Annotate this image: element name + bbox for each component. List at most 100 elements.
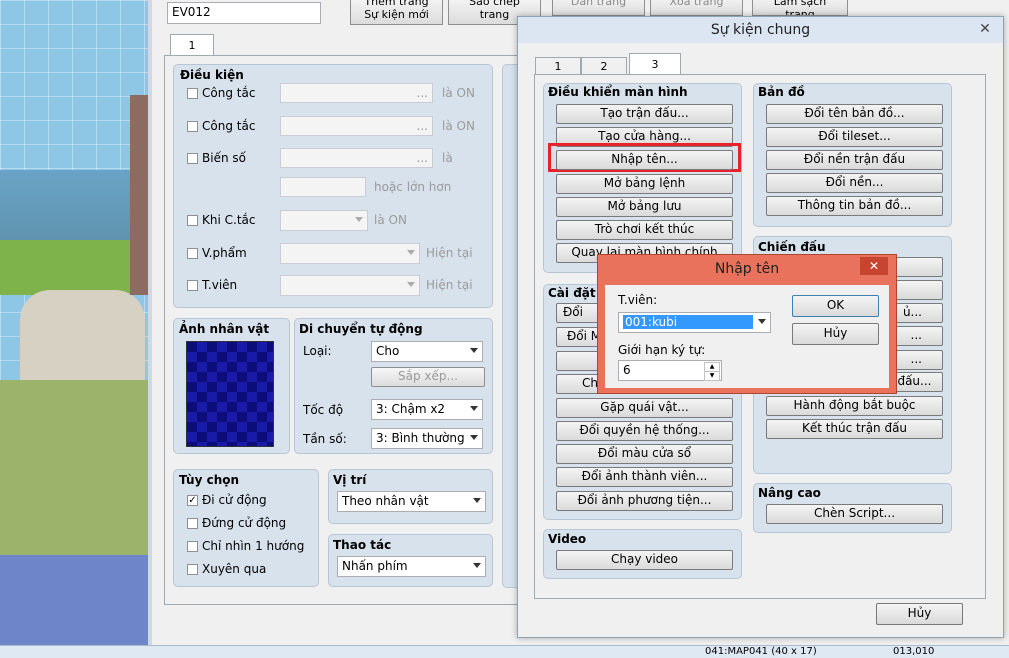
game-over-button[interactable]: Trò chơi kết thúc bbox=[556, 220, 733, 240]
chevron-down-icon bbox=[470, 348, 478, 353]
name-cancel-button[interactable]: Hủy bbox=[792, 323, 879, 345]
priority-select[interactable]: Theo nhân vật bbox=[337, 491, 486, 512]
spin-down-icon[interactable]: ▼ bbox=[704, 371, 720, 381]
script-button[interactable]: Chèn Script... bbox=[766, 504, 943, 524]
tab-commands-3[interactable]: 3 bbox=[629, 53, 681, 75]
get-location-info-button[interactable]: Thông tin bản đồ... bbox=[766, 196, 943, 216]
name-input-button[interactable]: Nhập tên... bbox=[556, 150, 733, 170]
direction-fix-checkbox[interactable] bbox=[187, 541, 198, 552]
actor-graphic-button[interactable]: Đổi ảnh thành viên... bbox=[556, 467, 733, 487]
item-checkbox[interactable] bbox=[187, 248, 198, 259]
self-switch-suffix: là ON bbox=[374, 213, 407, 227]
step-anim-label: Đứng cử động bbox=[202, 516, 287, 530]
encounter-button[interactable]: Gặp quái vật... bbox=[556, 398, 733, 418]
paste-page-button[interactable]: Dán trang bbox=[552, 0, 645, 16]
switch1-field[interactable]: ... bbox=[280, 83, 433, 103]
map-title: Bản đồ bbox=[758, 85, 805, 99]
switch2-dots: ... bbox=[416, 119, 428, 133]
map-grass bbox=[0, 240, 148, 295]
switch1-suffix: là ON bbox=[442, 86, 475, 100]
vehicle-graphic-button[interactable]: Đổi ảnh phương tiện... bbox=[556, 491, 733, 511]
change-map-name-button[interactable]: Đổi tên bản đồ... bbox=[766, 104, 943, 124]
trigger-select[interactable]: Nhấn phím bbox=[337, 556, 486, 577]
change-battle-back-button[interactable]: Đổi nền trận đấu bbox=[766, 150, 943, 170]
switch1-checkbox[interactable] bbox=[187, 88, 198, 99]
video-title: Video bbox=[548, 532, 587, 546]
graphic-title: Ảnh nhân vật bbox=[179, 322, 270, 336]
self-switch-select[interactable] bbox=[280, 210, 368, 231]
actor-checkbox[interactable] bbox=[187, 280, 198, 291]
tab-commands-1[interactable]: 1 bbox=[535, 57, 581, 75]
dialog-cancel-button[interactable]: Hủy bbox=[876, 603, 963, 625]
move-freq-select[interactable]: 3: Bình thường bbox=[371, 428, 483, 449]
change-parallax-button[interactable]: Đổi nền... bbox=[766, 173, 943, 193]
ok-button[interactable]: OK bbox=[792, 295, 879, 317]
actor-select[interactable] bbox=[280, 275, 420, 296]
movement-group: Di chuyển tự động Loại: Cho Sắp xếp... T… bbox=[294, 318, 493, 454]
new-page-button[interactable]: Thêm trang Sự kiện mới bbox=[350, 0, 443, 25]
walk-anim-checkbox[interactable]: ✓ bbox=[187, 495, 198, 506]
map-tower bbox=[130, 95, 148, 295]
graphic-preview[interactable] bbox=[186, 341, 274, 447]
close-icon[interactable]: ✕ bbox=[860, 257, 888, 275]
tab-page-1[interactable]: 1 bbox=[170, 34, 214, 56]
item-suffix: Hiện tại bbox=[426, 246, 473, 260]
play-movie-button[interactable]: Chạy video bbox=[556, 550, 733, 570]
battle-title: Chiến đấu bbox=[758, 240, 826, 254]
switch2-field[interactable]: ... bbox=[280, 116, 433, 136]
self-switch-checkbox[interactable] bbox=[187, 215, 198, 226]
variable-value-spinner[interactable] bbox=[280, 177, 366, 197]
switch2-checkbox[interactable] bbox=[187, 121, 198, 132]
move-type-select[interactable]: Cho bbox=[371, 341, 483, 362]
chevron-down-icon bbox=[758, 319, 766, 324]
item-select[interactable] bbox=[280, 243, 420, 264]
name-input-body: T.viên: 001:kubi Giới hạn ký tự: 6 ▲ ▼ O… bbox=[605, 285, 889, 388]
status-bar: 041:MAP041 (40 x 17) 013,010 bbox=[0, 645, 1009, 658]
actor-suffix: Hiện tại bbox=[426, 278, 473, 292]
close-icon[interactable]: ✕ bbox=[972, 19, 998, 39]
battle-processing-button[interactable]: Tạo trận đấu... bbox=[556, 104, 733, 124]
variable-label: Biến số bbox=[202, 151, 246, 165]
event-name-input[interactable]: EV012 bbox=[167, 2, 321, 24]
window-color-button[interactable]: Đổi màu cửa sổ bbox=[556, 444, 733, 464]
map-canvas[interactable] bbox=[0, 0, 148, 645]
priority-group: Vị trí Theo nhân vật bbox=[328, 469, 493, 524]
map-stone-wall bbox=[20, 290, 145, 380]
chevron-down-icon bbox=[473, 563, 481, 568]
variable-checkbox[interactable] bbox=[187, 153, 198, 164]
move-type-label: Loại: bbox=[303, 344, 332, 358]
through-label: Xuyên qua bbox=[202, 562, 267, 576]
open-save-button[interactable]: Mở bảng lưu bbox=[556, 197, 733, 217]
move-type-value: Cho bbox=[376, 344, 400, 358]
map-water bbox=[0, 555, 148, 645]
tab-commands-2[interactable]: 2 bbox=[581, 57, 627, 75]
chevron-down-icon bbox=[407, 250, 415, 255]
variable-greater-label: hoặc lớn hơn bbox=[374, 180, 452, 194]
open-menu-button[interactable]: Mở bảng lệnh bbox=[556, 174, 733, 194]
abort-battle-button[interactable]: Kết thúc trận đấu bbox=[766, 419, 943, 439]
name-limit-spinner[interactable]: 6 ▲ ▼ bbox=[618, 360, 722, 381]
graphic-group: Ảnh nhân vật bbox=[173, 318, 290, 454]
options-group: Tùy chọn ✓ Đi cử động Đứng cử động Chỉ n… bbox=[173, 469, 319, 587]
movement-title: Di chuyển tự động bbox=[299, 322, 423, 336]
name-actor-label: T.viên: bbox=[618, 293, 658, 307]
through-checkbox[interactable] bbox=[187, 564, 198, 575]
change-access-button[interactable]: Đổi quyền hệ thống... bbox=[556, 421, 733, 441]
actor-label: T.viên bbox=[202, 278, 238, 292]
delete-page-button[interactable]: Xóa trang bbox=[650, 0, 743, 16]
clear-page-button[interactable]: Làm sạch trang bbox=[752, 0, 848, 16]
move-route-button[interactable]: Sắp xếp... bbox=[371, 367, 485, 387]
chevron-down-icon bbox=[470, 435, 478, 440]
priority-title: Vị trí bbox=[333, 473, 367, 487]
advanced-title: Nâng cao bbox=[758, 486, 821, 500]
variable-field[interactable]: ... bbox=[280, 148, 433, 168]
change-tileset-button[interactable]: Đổi tileset... bbox=[766, 127, 943, 147]
force-action-button[interactable]: Hành động bắt buộc bbox=[766, 396, 943, 416]
chevron-down-icon bbox=[407, 282, 415, 287]
move-speed-value: 3: Chậm x2 bbox=[376, 402, 446, 416]
move-speed-select[interactable]: 3: Chậm x2 bbox=[371, 399, 483, 420]
step-anim-checkbox[interactable] bbox=[187, 518, 198, 529]
name-actor-select[interactable]: 001:kubi bbox=[618, 312, 771, 333]
options-title: Tùy chọn bbox=[179, 473, 240, 487]
move-freq-value: 3: Bình thường bbox=[376, 431, 465, 445]
